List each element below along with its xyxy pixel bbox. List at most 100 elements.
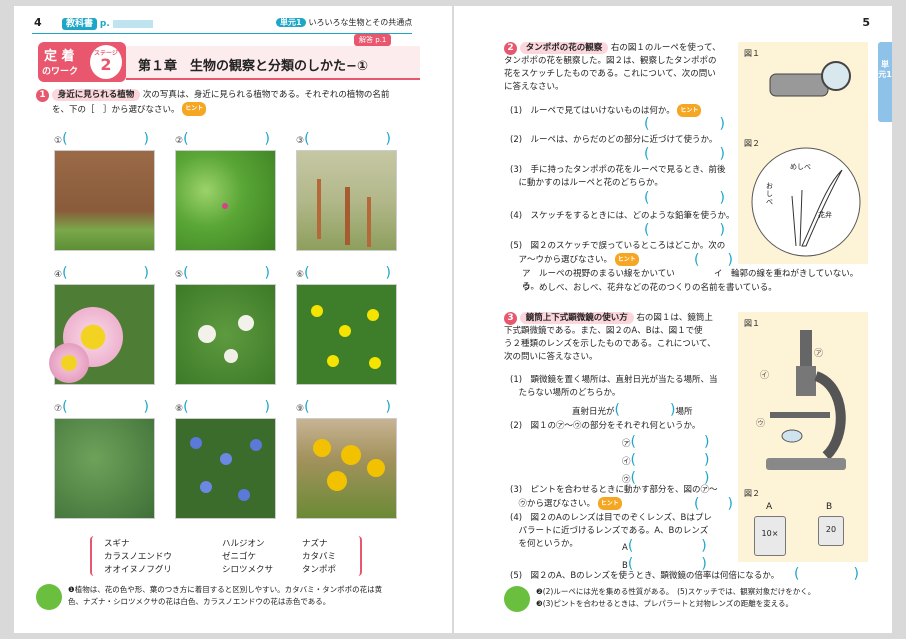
microscope-icon — [766, 330, 846, 470]
unit-header: 単元1 いろいろな生物とその共通点 — [276, 17, 412, 28]
photo-tanpopo — [296, 418, 397, 519]
photo-sugina — [54, 150, 155, 251]
page-number-left: 4 — [34, 16, 42, 29]
lens-b-label: B — [826, 502, 833, 512]
part-c-label: ㋒ — [756, 419, 766, 429]
part-b-label: ㋑ — [760, 371, 770, 381]
answer-slot-3[interactable]: ③() — [296, 131, 406, 147]
fig2-label: 図２ — [744, 489, 760, 498]
answer-slot-9[interactable]: ⑨() — [296, 399, 406, 415]
q3-sub-1: (1) 顕微鏡を置く場所は、直射日光が当たる場所、当 たらない場所のどちらか。 — [510, 375, 718, 398]
choice-item: オオイヌノフグリ — [104, 565, 172, 575]
q3-label: 鏡筒上下式顕微鏡の使い方 — [519, 312, 634, 324]
q2-text: 右の図１のルーペを使って、 — [610, 43, 721, 53]
q2-option-b: イ 輪郭の線を重ねがきしていない。 — [714, 269, 859, 279]
photo-tsukushi — [296, 150, 397, 251]
choice-item: スギナ — [104, 539, 130, 549]
choice-item: カタバミ — [302, 552, 337, 562]
textbook-tag: 教科書 — [62, 18, 98, 30]
q2-answer-5[interactable]: () — [694, 252, 744, 268]
q1-number: 1 — [36, 89, 49, 102]
q2-option-c: ウ めしべ、おしべ、花弁などの花のつくりの名前を書いている。 — [522, 283, 777, 293]
footer-note-line: 色、ナズナ・シロツメクサの花は白色、カラスノエンドウの花は赤色である。 — [68, 597, 331, 606]
photo-zenigoke — [54, 418, 155, 519]
q2-text: タンポポの花を観察した。図２は、観察したタンポポの — [504, 56, 717, 66]
choice-item: シロツメクサ — [222, 565, 274, 575]
question-1: 1 身近に見られる植物 次の写真は、身近に見られる植物である。それぞれの植物の名… — [36, 88, 436, 117]
choice-item: ナズナ — [302, 539, 328, 549]
answer-slot-4[interactable]: ④() — [54, 265, 164, 281]
choices-box: スギナ カラスノエンドウ オオイヌノフグリ ハルジオン ゼニゴケ シロツメクサ … — [90, 536, 362, 576]
q2-answer-1[interactable]: () — [644, 116, 734, 132]
hint-mascot-icon — [504, 586, 530, 612]
footer-note-line: ❶植物は、花の色や形、葉のつき方に着目すると区別しやすい。カタバミ・タンポポの花… — [68, 585, 383, 594]
unit-chip: 単元1 — [276, 18, 306, 27]
hint-badge: ヒント — [182, 102, 207, 116]
choices-col-1: スギナ カラスノエンドウ オオイヌノフグリ — [104, 538, 172, 577]
badge-subtitle: のワーク — [42, 67, 79, 77]
eyepiece-lens: 10× — [754, 516, 786, 556]
part-a-label: ㋐ — [814, 349, 824, 359]
photo-katabami — [296, 284, 397, 385]
q3-sub-2: (2) 図１の㋐〜㋒の部分をそれぞれ何というか。 — [510, 421, 701, 431]
q2-text: に答えなさい。 — [504, 82, 564, 92]
q3-answer-1[interactable]: 直射日光が()場所 — [572, 402, 742, 418]
choices-col-3: ナズナ カタバミ タンポポ — [302, 538, 336, 577]
pistil-label: めしべ — [790, 163, 811, 171]
q2-number: 2 — [504, 42, 517, 55]
answer-slot-5[interactable]: ⑤() — [175, 265, 285, 281]
photo-karasunoendou — [175, 150, 276, 251]
q2-label: タンポポの花の観察 — [519, 42, 609, 54]
right-page: 5 単元1 2 タンポポの花の観察 右の図１のルーペを使って、 タンポポの花を観… — [454, 6, 892, 633]
page-number-right: 5 — [862, 16, 870, 29]
q3-sub-5: (5) 図２のA、Bのレンズを使うとき、顕微鏡の倍率は何倍になるか。 — [510, 571, 780, 581]
stage-circle: ステージ 2 — [90, 45, 122, 79]
q3-answer-5[interactable]: () — [794, 566, 874, 582]
choice-item: カラスノエンドウ — [104, 552, 172, 562]
answer-slot-2[interactable]: ②() — [175, 131, 285, 147]
q3-figure-panel: 図１ ㋐ ㋑ ㋒ 図２ A B 10× 20 — [738, 312, 868, 562]
q2-figure-panel: 図１ 図２ めしべ おしべ 花弁 — [738, 42, 868, 264]
stage-badge: 定 着 のワーク ステージ 2 — [38, 42, 126, 82]
q3-answer-2[interactable]: ㋐() ㋑() ㋒() — [622, 434, 722, 488]
answer-slot-6[interactable]: ⑥() — [296, 265, 406, 281]
q3-text: う２種類のレンズを示したものである。これについて、 — [504, 339, 716, 349]
unit-side-tab: 単元1 — [878, 42, 892, 122]
choice-item: タンポポ — [302, 565, 337, 575]
stamen-label: おしべ — [766, 182, 773, 206]
footer-note-line: ❷(2)ルーペには光を集める性質がある。 (5)スケッチでは、観察対象だけをかく… — [536, 587, 816, 596]
fig1-label: 図１ — [744, 49, 760, 58]
choice-item: ゼニゴケ — [222, 552, 257, 562]
textbook-ref: 教科書 p. — [62, 16, 153, 30]
unit-title: いろいろな生物とその共通点 — [308, 18, 413, 27]
q3-text: 下式顕微鏡である。また、図２のA、Bは、図１で使 — [504, 326, 703, 336]
photo-shirotsumekusa — [175, 284, 276, 385]
choice-item: ハルジオン — [222, 539, 265, 549]
footer-note-line: ❸(3)ピントを合わせるときは、プレパラートと対物レンズの距離を変える。 — [536, 599, 793, 608]
badge-title: 定 着 — [44, 49, 75, 64]
q3-answer-4[interactable]: A() B() — [622, 538, 722, 574]
question-3: 3 鏡筒上下式顕微鏡の使い方 右の図１は、鏡筒上 下式顕微鏡である。また、図２の… — [504, 312, 736, 364]
choices-col-2: ハルジオン ゼニゴケ シロツメクサ — [222, 538, 273, 577]
right-footer-note: ❷(2)ルーペには光を集める性質がある。 (5)スケッチでは、観察対象だけをかく… — [536, 586, 876, 610]
stage-number: 2 — [100, 55, 112, 74]
answer-ref: 解答 p.1 — [354, 34, 392, 46]
q2-answer-4[interactable]: () — [644, 222, 734, 238]
question-2: 2 タンポポの花の観察 右の図１のルーペを使って、 タンポポの花を観察した。図２… — [504, 42, 736, 94]
answer-slot-8[interactable]: ⑧() — [175, 399, 285, 415]
left-footer-note: ❶植物は、花の色や形、葉のつき方に着目すると区別しやすい。カタバミ・タンポポの花… — [68, 584, 438, 608]
petal-label: 花弁 — [818, 211, 832, 219]
photo-harujion — [49, 284, 155, 385]
q2-text: 花をスケッチしたものである。これについて、次の問い — [504, 69, 716, 79]
answer-slot-7[interactable]: ⑦() — [54, 399, 164, 415]
chapter-title: 第１章 生物の観察と分類のしかた−① — [138, 59, 368, 74]
q1-text-2: を、下の［ ］から選びなさい。 — [52, 104, 180, 115]
q1-text-1: 次の写真は、身近に見られる植物である。それぞれの植物の名前 — [142, 90, 390, 100]
q3-text: 次の問いに答えなさい。 — [504, 352, 598, 362]
left-page: 4 教科書 p. 単元1 いろいろな生物とその共通点 定 着 のワーク ステージ… — [14, 6, 452, 633]
q2-answer-3[interactable]: () — [644, 190, 734, 206]
textbook-page: p. — [99, 19, 110, 29]
q2-answer-2[interactable]: () — [644, 146, 734, 162]
q3-answer-3[interactable]: () — [694, 496, 744, 512]
answer-slot-1[interactable]: ①() — [54, 131, 164, 147]
